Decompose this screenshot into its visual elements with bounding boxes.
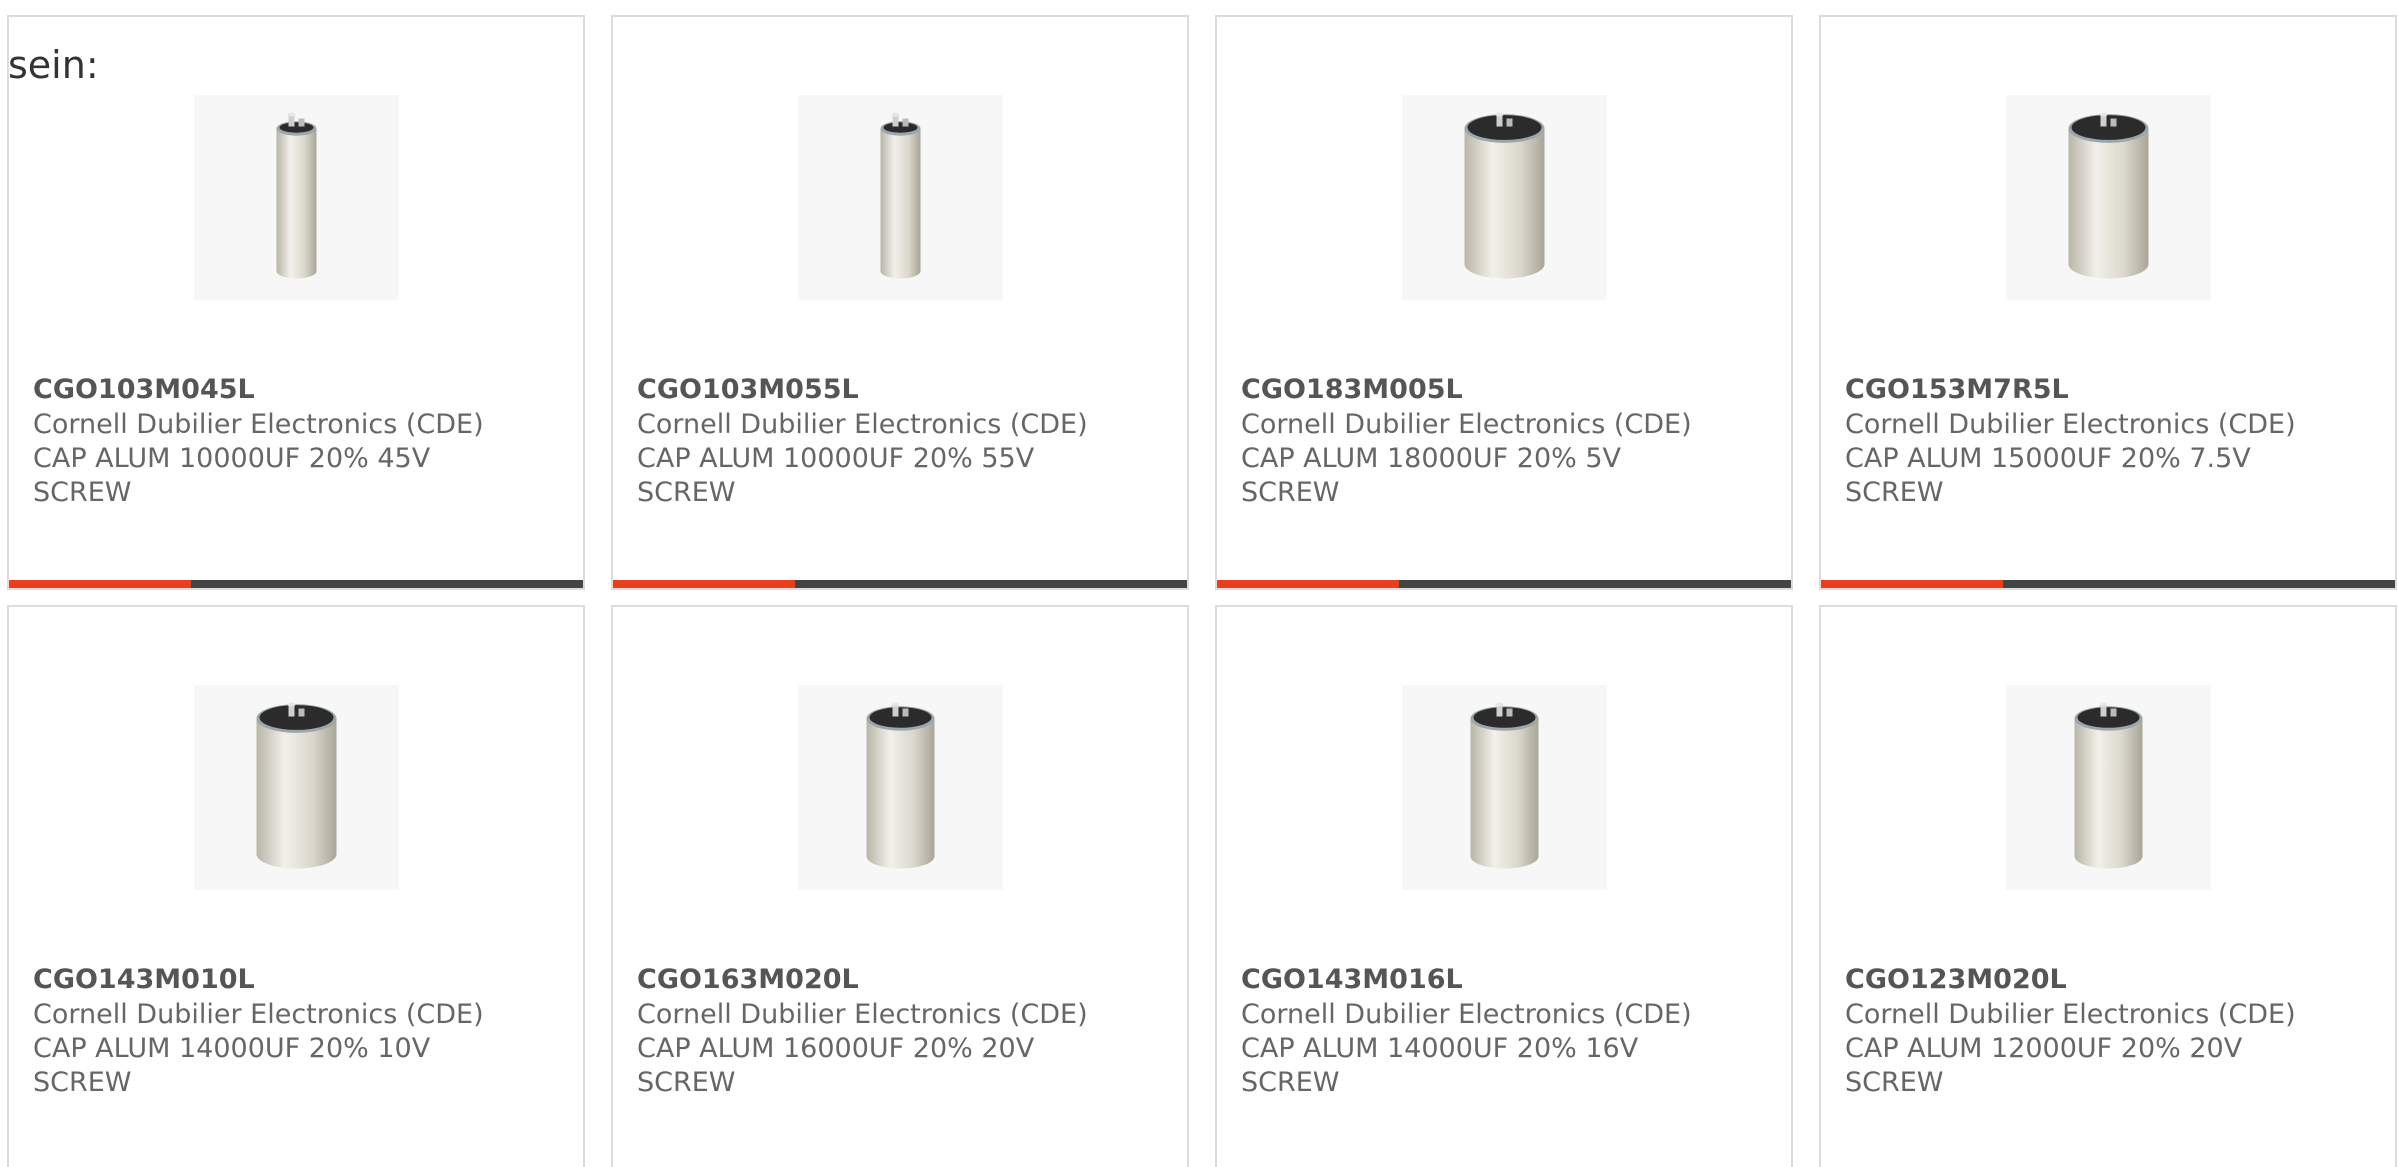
mounting-type: SCREW [1845,477,1944,508]
capacitor-image[interactable] [194,95,399,300]
manufacturer: Cornell Dubilier Electronics (CDE) [33,409,484,440]
manufacturer: Cornell Dubilier Electronics (CDE) [637,999,1088,1030]
capacitor-graphic [2068,112,2149,279]
part-number[interactable]: CGO163M020L [637,963,859,997]
mounting-type: SCREW [33,1067,132,1098]
capacitor-image[interactable] [798,95,1003,300]
mounting-type: SCREW [637,477,736,508]
capacitor-graphic [1464,112,1545,279]
product-card[interactable]: CGO183M005L Cornell Dubilier Electronics… [1215,15,1793,590]
capacitor-graphic [2074,702,2143,869]
description: CAP ALUM 10000UF 20% 55V [637,443,1035,474]
capacitor-image[interactable] [2006,95,2211,300]
card-bottom-bar [1821,580,2395,588]
product-card[interactable]: CGO163M020L Cornell Dubilier Electronics… [611,605,1189,1167]
manufacturer: Cornell Dubilier Electronics (CDE) [637,409,1088,440]
product-card[interactable]: CGO103M055L Cornell Dubilier Electronics… [611,15,1189,590]
manufacturer: Cornell Dubilier Electronics (CDE) [1845,999,2296,1030]
description: CAP ALUM 15000UF 20% 7.5V [1845,443,2251,474]
description: CAP ALUM 10000UF 20% 45V [33,443,431,474]
capacitor-image[interactable] [1402,685,1607,890]
card-accent-bar [1821,580,2003,588]
product-card[interactable]: CGO143M010L Cornell Dubilier Electronics… [7,605,585,1167]
intro-text: sein: [8,43,99,87]
card-accent-bar [613,580,795,588]
capacitor-graphic [1470,702,1539,869]
manufacturer: Cornell Dubilier Electronics (CDE) [1241,409,1692,440]
description: CAP ALUM 12000UF 20% 20V [1845,1033,2243,1064]
capacitor-image[interactable] [1402,95,1607,300]
description: CAP ALUM 18000UF 20% 5V [1241,443,1622,474]
capacitor-graphic [276,112,317,279]
manufacturer: Cornell Dubilier Electronics (CDE) [1845,409,2296,440]
part-number[interactable]: CGO103M055L [637,373,859,407]
capacitor-image[interactable] [2006,685,2211,890]
part-number[interactable]: CGO123M020L [1845,963,2067,997]
part-number[interactable]: CGO103M045L [33,373,255,407]
mounting-type: SCREW [1241,1067,1340,1098]
part-number[interactable]: CGO153M7R5L [1845,373,2069,407]
card-bottom-bar [613,580,1187,588]
mounting-type: SCREW [33,477,132,508]
part-number[interactable]: CGO183M005L [1241,373,1463,407]
capacitor-image[interactable] [798,685,1003,890]
description: CAP ALUM 14000UF 20% 16V [1241,1033,1639,1064]
capacitor-graphic [256,702,337,869]
description: CAP ALUM 14000UF 20% 10V [33,1033,431,1064]
product-card[interactable]: CGO123M020L Cornell Dubilier Electronics… [1819,605,2397,1167]
capacitor-image[interactable] [194,685,399,890]
mounting-type: SCREW [637,1067,736,1098]
capacitor-graphic [866,702,935,869]
manufacturer: Cornell Dubilier Electronics (CDE) [1241,999,1692,1030]
card-bottom-bar [9,580,583,588]
part-number[interactable]: CGO143M016L [1241,963,1463,997]
product-card[interactable]: CGO103M045L Cornell Dubilier Electronics… [7,15,585,590]
product-card[interactable]: CGO143M016L Cornell Dubilier Electronics… [1215,605,1793,1167]
product-grid-page: sein: CGO103M045L Cornell Dubilier Elect… [0,0,2398,1167]
card-accent-bar [9,580,191,588]
capacitor-graphic [880,112,921,279]
product-card[interactable]: CGO153M7R5L Cornell Dubilier Electronics… [1819,15,2397,590]
manufacturer: Cornell Dubilier Electronics (CDE) [33,999,484,1030]
card-accent-bar [1217,580,1399,588]
mounting-type: SCREW [1845,1067,1944,1098]
mounting-type: SCREW [1241,477,1340,508]
description: CAP ALUM 16000UF 20% 20V [637,1033,1035,1064]
card-bottom-bar [1217,580,1791,588]
part-number[interactable]: CGO143M010L [33,963,255,997]
